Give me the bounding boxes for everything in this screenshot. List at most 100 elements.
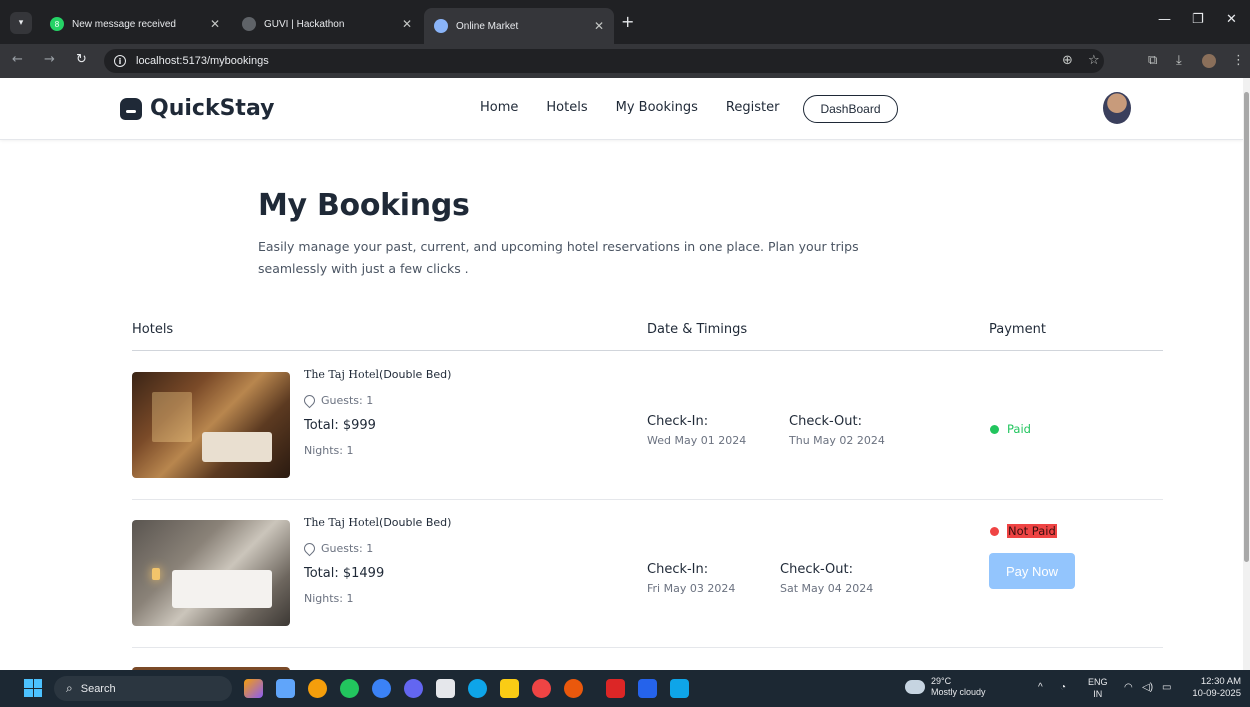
whatsapp-favicon-icon: 8: [50, 17, 64, 31]
close-tab-icon[interactable]: ✕: [210, 17, 220, 31]
tab-whatsapp[interactable]: 8 New message received ✕: [40, 9, 230, 39]
nav-register[interactable]: Register: [726, 100, 780, 115]
copilot-tray-icon[interactable]: ◔: [1060, 682, 1066, 693]
close-tab-icon[interactable]: ✕: [594, 19, 604, 33]
tab-title: GUVI | Hackathon: [264, 18, 345, 30]
whatsapp-app-icon[interactable]: [340, 679, 359, 698]
weather-widget[interactable]: 29°C Mostly cloudy: [902, 676, 986, 698]
new-tab-button[interactable]: +: [621, 12, 634, 31]
checkout-label: Check-Out:: [780, 562, 853, 577]
task-view-app-icon[interactable]: [276, 679, 295, 698]
location-pin-icon: [301, 540, 318, 557]
checkin-date: Fri May 03 2024: [647, 582, 736, 595]
pay-now-button[interactable]: Pay Now: [989, 553, 1075, 589]
url-text: localhost:5173/mybookings: [136, 55, 269, 67]
checkin-label: Check-In:: [647, 414, 709, 429]
chatgpt-app-icon[interactable]: [436, 679, 455, 698]
site-header: QuickStay Home Hotels My Bookings Regist…: [0, 78, 1243, 140]
file-explorer-app-icon[interactable]: [500, 679, 519, 698]
close-tab-icon[interactable]: ✕: [402, 17, 412, 31]
wifi-icon[interactable]: ◠: [1124, 682, 1133, 693]
vscode-app-icon[interactable]: [670, 679, 689, 698]
page-scrollbar[interactable]: [1243, 78, 1250, 670]
taskbar-search[interactable]: ⌕ Search: [54, 676, 232, 701]
main-nav: Home Hotels My Bookings Register: [480, 100, 807, 115]
checkin-date: Wed May 01 2024: [647, 434, 747, 447]
dashboard-button[interactable]: DashBoard: [803, 95, 898, 123]
nav-hotels[interactable]: Hotels: [546, 100, 587, 115]
site-info-icon[interactable]: i: [114, 55, 126, 67]
minimize-icon[interactable]: —: [1158, 12, 1171, 27]
reload-icon[interactable]: ↻: [76, 52, 87, 67]
edge-app-icon[interactable]: [468, 679, 487, 698]
hotel-name: The Taj Hotel(Double Bed): [304, 368, 452, 381]
logo-bag-icon: [120, 97, 142, 120]
chevron-up-icon[interactable]: ^: [1038, 682, 1043, 693]
word-app-icon[interactable]: [638, 679, 657, 698]
download-icon[interactable]: ⤓: [1176, 53, 1182, 68]
column-date-timings: Date & Timings: [647, 322, 748, 337]
tab-online-market[interactable]: Online Market ✕: [424, 8, 614, 44]
back-icon[interactable]: ←: [12, 52, 23, 67]
payment-status: Paid: [990, 422, 1031, 436]
page-subtitle: Easily manage your past, current, and up…: [258, 239, 859, 276]
telegram-app-icon[interactable]: [372, 679, 391, 698]
paid-dot-icon: [990, 424, 999, 434]
not-paid-dot-icon: [990, 526, 999, 536]
widgets-app-icon[interactable]: [244, 679, 263, 698]
tab-guvi[interactable]: GUVI | Hackathon ✕: [232, 9, 422, 39]
media-app-icon[interactable]: [404, 679, 423, 698]
browser-toolbar: ← → ↻ i localhost:5173/mybookings ⊕ ☆ ⧉ …: [0, 44, 1250, 78]
tab-title: New message received: [72, 18, 176, 30]
menu-kebab-icon[interactable]: ⋮: [1232, 53, 1245, 68]
battery-icon[interactable]: ▭: [1162, 682, 1171, 693]
brand-name: QuickStay: [150, 96, 275, 121]
booking-row: The Taj Hotel(Double Bed) Guests: 1 Tota…: [132, 352, 1163, 500]
payment-status: Not Paid: [990, 524, 1057, 538]
brand-logo[interactable]: QuickStay: [120, 96, 274, 121]
windows-start-icon[interactable]: [24, 679, 42, 697]
globe-favicon-icon: [242, 17, 256, 31]
hotel-name: The Taj Hotel(Double Bed): [304, 516, 452, 529]
guests-info: Guests: 1: [301, 392, 373, 409]
checkin-label: Check-In:: [647, 562, 709, 577]
address-bar[interactable]: i localhost:5173/mybookings: [104, 49, 1104, 73]
windows-taskbar: ⌕ Search 29°C Mostly cloudy ^ ◔ ENG IN ◠ ◁…: [0, 670, 1250, 707]
hotel-image: [132, 520, 290, 626]
nav-home[interactable]: Home: [480, 100, 518, 115]
scrollbar-thumb[interactable]: [1244, 92, 1249, 562]
checkout-date: Thu May 02 2024: [789, 434, 885, 447]
extensions-icon[interactable]: ⧉: [1148, 53, 1157, 68]
zoom-icon[interactable]: ⊕: [1062, 53, 1073, 68]
booking-nights: Nights: 1: [304, 444, 354, 457]
youtube-app-icon[interactable]: [606, 679, 625, 698]
bookings-table-header: Hotels Date & Timings Payment: [132, 318, 1163, 351]
tab-search-button[interactable]: ▾: [10, 12, 32, 34]
search-icon: ⌕: [66, 681, 73, 695]
page-title: My Bookings: [258, 188, 470, 223]
user-avatar[interactable]: [1103, 92, 1131, 124]
booking-nights: Nights: 1: [304, 592, 354, 605]
booking-total: Total: $999: [304, 418, 376, 433]
site-favicon-icon: [434, 19, 448, 33]
chrome-app-icon[interactable]: [532, 679, 551, 698]
copilot-app-icon[interactable]: [308, 679, 327, 698]
close-window-icon[interactable]: ✕: [1226, 12, 1237, 27]
column-payment: Payment: [989, 322, 1046, 337]
browser-tab-bar: ▾ 8 New message received ✕ GUVI | Hackat…: [0, 0, 1250, 44]
nav-my-bookings[interactable]: My Bookings: [616, 100, 698, 115]
volume-icon[interactable]: ◁): [1142, 682, 1153, 693]
hotel-image: [132, 372, 290, 478]
restore-icon[interactable]: ❐: [1192, 12, 1204, 27]
chrome-profile-app-icon[interactable]: [564, 679, 583, 698]
system-clock[interactable]: 12:30 AM 10-09-2025: [1185, 676, 1241, 700]
profile-avatar-icon[interactable]: [1202, 54, 1216, 68]
booking-row: The Taj Hotel(Double Bed) Guests: 1 Tota…: [132, 500, 1163, 648]
guests-info: Guests: 1: [301, 540, 373, 557]
location-pin-icon: [301, 392, 318, 409]
checkout-label: Check-Out:: [789, 414, 862, 429]
forward-icon[interactable]: →: [44, 52, 55, 67]
column-hotels: Hotels: [132, 322, 174, 337]
bookmark-star-icon[interactable]: ☆: [1088, 53, 1100, 68]
language-indicator[interactable]: ENG IN: [1088, 676, 1108, 700]
